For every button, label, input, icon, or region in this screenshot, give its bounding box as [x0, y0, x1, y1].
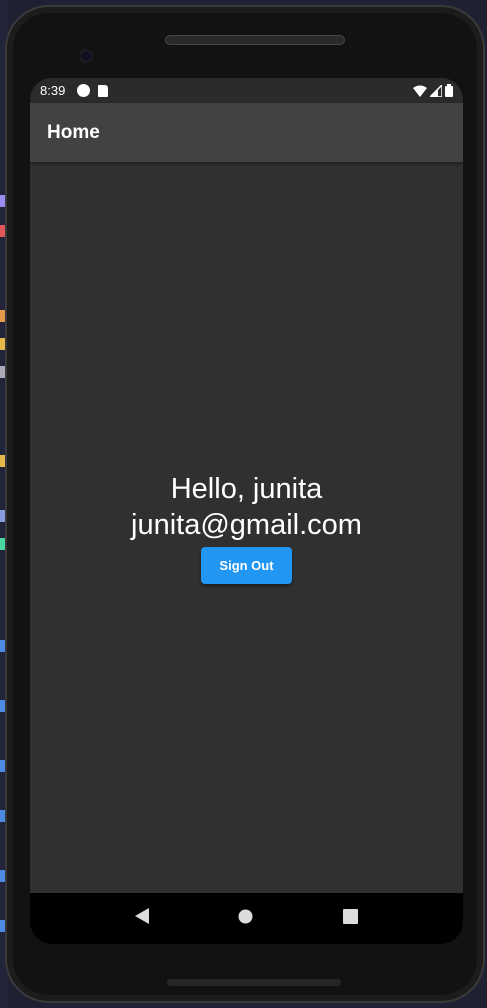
user-email: junita@gmail.com — [131, 509, 362, 541]
app-bar: Home — [30, 103, 463, 162]
sd-card-icon — [98, 84, 109, 97]
earpiece-speaker — [165, 35, 345, 45]
page-title: Home — [47, 121, 100, 143]
home-icon[interactable] — [238, 909, 253, 929]
battery-icon — [445, 84, 453, 97]
front-camera — [79, 49, 93, 63]
greeting-text: Hello, junita — [170, 473, 323, 505]
sign-out-button[interactable]: Sign Out — [201, 547, 292, 584]
bottom-speaker — [167, 979, 341, 986]
status-bar: 8:39 — [30, 78, 463, 103]
home-content: Hello, junita junita@gmail.com Sign Out — [30, 162, 463, 893]
wifi-icon — [413, 85, 427, 97]
back-icon[interactable] — [134, 908, 149, 929]
signal-icon — [430, 84, 442, 97]
status-time: 8:39 — [40, 83, 66, 98]
data-saver-icon — [77, 84, 91, 97]
navigation-bar — [30, 893, 463, 944]
device-screen: 8:39 Home Hello, junita junita@gmail.com… — [30, 78, 463, 944]
recents-icon[interactable] — [343, 908, 359, 929]
